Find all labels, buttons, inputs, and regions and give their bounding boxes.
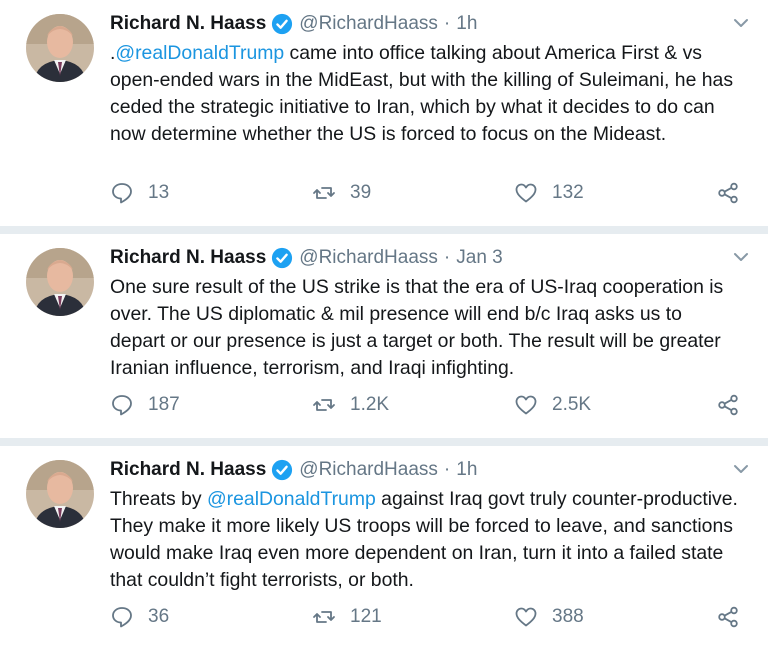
reply-button[interactable]: 187 [110, 393, 180, 417]
tweet-text-segment: One sure result of the US strike is that… [110, 276, 724, 379]
reply-icon [112, 607, 132, 628]
tweet-timestamp[interactable]: 1h [456, 12, 477, 36]
share-icon [718, 394, 738, 416]
chevron-down-icon[interactable] [732, 248, 750, 266]
retweet-count: 39 [350, 182, 372, 203]
avatar[interactable] [26, 460, 94, 528]
tweet[interactable]: Richard N. Haass @RichardHaass · Jan 3 O… [0, 234, 768, 438]
retweet-count: 121 [350, 606, 382, 627]
tweet-text-segment: Threats by [110, 488, 207, 510]
tweet-text: One sure result of the US strike is that… [110, 274, 740, 382]
share-button[interactable] [716, 605, 740, 629]
separator-dot: · [443, 247, 451, 268]
mention-link[interactable]: @realDonaldTrump [207, 488, 376, 510]
tweet-actions: 36 121 388 [110, 604, 740, 630]
tweet-actions: 187 1.2K 2.5K [110, 392, 740, 418]
retweet-button[interactable]: 39 [312, 181, 371, 205]
like-count: 132 [552, 182, 584, 203]
tweet[interactable]: Richard N. Haass @RichardHaass · 1h .@re… [0, 0, 768, 226]
tweet-feed: Richard N. Haass @RichardHaass · 1h .@re… [0, 0, 768, 650]
author-handle[interactable]: @RichardHaass [299, 12, 438, 36]
tweet-timestamp[interactable]: Jan 3 [456, 246, 502, 270]
like-button[interactable]: 132 [514, 181, 584, 205]
verified-badge-icon [271, 247, 293, 269]
retweet-button[interactable]: 1.2K [312, 393, 389, 417]
tweet-text: Threats by @realDonaldTrump against Iraq… [110, 486, 740, 594]
retweet-button[interactable]: 121 [312, 605, 382, 629]
tweet-header: Richard N. Haass @RichardHaass · 1h [110, 458, 736, 482]
avatar-photo [26, 14, 94, 82]
heart-icon [515, 395, 537, 415]
reply-count: 36 [148, 606, 170, 627]
chevron-down-icon[interactable] [732, 460, 750, 478]
author-handle[interactable]: @RichardHaass [299, 246, 438, 270]
heart-icon [515, 607, 537, 627]
avatar-photo [26, 460, 94, 528]
author-handle[interactable]: @RichardHaass [299, 458, 438, 482]
tweet-timestamp[interactable]: 1h [456, 458, 477, 482]
avatar-photo [26, 248, 94, 316]
reply-count: 187 [148, 394, 180, 415]
like-count: 2.5K [552, 394, 592, 415]
author-name[interactable]: Richard N. Haass [110, 246, 266, 270]
share-icon [718, 606, 738, 628]
chevron-down-icon[interactable] [732, 14, 750, 32]
like-count: 388 [552, 606, 584, 627]
heart-icon [515, 183, 537, 203]
like-button[interactable]: 2.5K [514, 393, 591, 417]
retweet-icon [313, 399, 335, 411]
retweet-icon [313, 187, 335, 199]
reply-button[interactable]: 13 [110, 181, 169, 205]
separator-dot: · [443, 13, 451, 34]
separator-dot: · [443, 459, 451, 480]
share-icon [718, 182, 738, 204]
author-name[interactable]: Richard N. Haass [110, 458, 266, 482]
author-name[interactable]: Richard N. Haass [110, 12, 266, 36]
mention-link[interactable]: @realDonaldTrump [115, 42, 284, 64]
avatar[interactable] [26, 248, 94, 316]
tweet-header: Richard N. Haass @RichardHaass · Jan 3 [110, 246, 736, 270]
avatar[interactable] [26, 14, 94, 82]
verified-badge-icon [271, 459, 293, 481]
retweet-icon [313, 611, 335, 623]
reply-count: 13 [148, 182, 170, 203]
tweet-actions: 13 39 132 [110, 180, 740, 206]
tweet-header: Richard N. Haass @RichardHaass · 1h [110, 12, 736, 36]
share-button[interactable] [716, 393, 740, 417]
reply-icon [112, 183, 132, 204]
reply-button[interactable]: 36 [110, 605, 169, 629]
reply-icon [112, 395, 132, 416]
share-button[interactable] [716, 181, 740, 205]
tweet-text: .@realDonaldTrump came into office talki… [110, 40, 740, 148]
verified-badge-icon [271, 13, 293, 35]
tweet[interactable]: Richard N. Haass @RichardHaass · 1h Thre… [0, 446, 768, 650]
retweet-count: 1.2K [350, 394, 390, 415]
like-button[interactable]: 388 [514, 605, 584, 629]
